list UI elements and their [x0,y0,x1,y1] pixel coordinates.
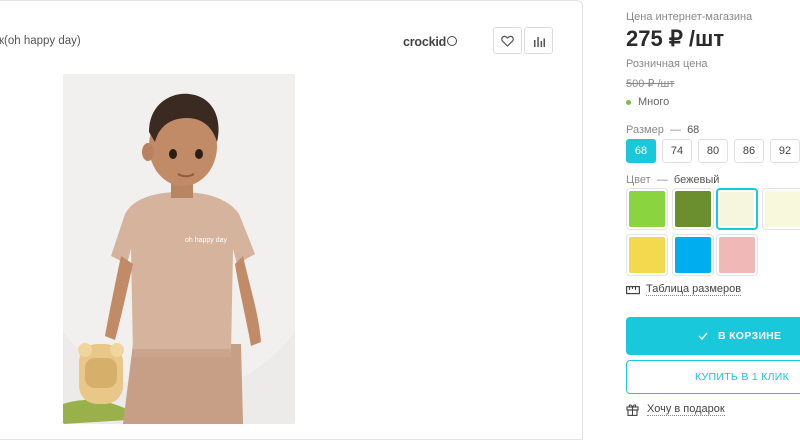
gift-link[interactable]: Хочу в подарок [626,403,725,416]
size-heading: Размер — 68 [626,124,699,136]
size-option-80[interactable]: 80 [698,139,728,163]
favorite-button[interactable] [493,27,522,54]
size-label: Размер [626,124,664,136]
heart-icon [501,35,514,47]
checkmark-icon [698,332,708,340]
stock-status: Много [626,96,669,108]
in-cart-button-label: В КОРЗИНЕ [718,330,782,342]
buy-one-click-button[interactable]: КУПИТЬ В 1 КЛИК [626,360,800,394]
brand-name: crockid [403,35,447,49]
bar-chart-icon [533,36,545,47]
stock-status-text: Много [638,96,670,108]
size-options: 68 74 80 86 92 [626,139,800,163]
product-gallery-card: к(oh happy day) crockid oh happy day [0,0,583,440]
retail-price-label: Розничная цена [626,58,708,70]
brand-mark-icon [447,36,458,46]
color-swatch-beige[interactable] [716,188,758,230]
color-swatch-light-green[interactable] [626,188,668,230]
size-table-link[interactable]: Таблица размеров [626,283,742,296]
color-swatch-yellow[interactable] [626,234,668,276]
color-label: Цвет [626,174,651,186]
color-swatch-blue[interactable] [672,234,714,276]
buy-one-click-label: КУПИТЬ В 1 КЛИК [695,371,790,383]
in-cart-button[interactable]: В КОРЗИНЕ [626,317,800,355]
size-option-86[interactable]: 86 [734,139,764,163]
color-swatch-cream[interactable] [762,188,800,230]
color-heading: Цвет — бежевый [626,174,719,186]
online-price-label: Цена интернет-магазина [626,11,753,23]
product-photo-illustration: oh happy day [63,74,295,424]
size-option-92[interactable]: 92 [770,139,800,163]
brand-logo[interactable]: crockid [403,35,458,49]
selected-size: 68 [687,124,700,136]
gift-icon [626,404,639,416]
size-option-68[interactable]: 68 [626,139,656,163]
product-title: к(oh happy day) [0,35,81,47]
retail-price: 500 ₽ /шт [626,78,675,90]
color-swatch-pink[interactable] [716,234,758,276]
size-option-74[interactable]: 74 [662,139,692,163]
color-swatch-olive[interactable] [672,188,714,230]
color-dash: — [656,174,668,186]
size-table-link-text: Таблица размеров [646,283,742,296]
stock-dot-icon [626,99,631,105]
compare-button[interactable] [524,27,553,54]
selected-color: бежевый [673,174,720,186]
product-photo[interactable]: oh happy day [63,74,295,424]
ruler-icon [626,285,640,294]
online-price: 275 ₽ /шт [626,26,725,51]
size-dash: — [669,124,681,136]
shirt-print-text: oh happy day [185,237,228,244]
gift-link-text: Хочу в подарок [647,403,725,416]
